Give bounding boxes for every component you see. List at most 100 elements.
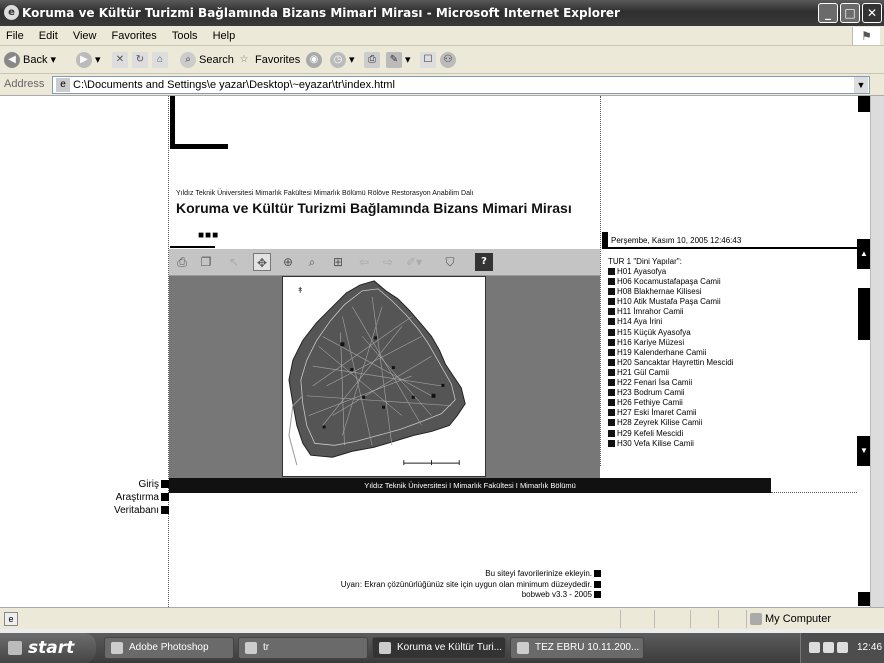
start-button[interactable]: start (0, 633, 96, 663)
map-canvas[interactable]: ↟ (282, 276, 486, 477)
tour-item-h06[interactable]: H06 Kocamustafapaşa Camii (608, 277, 848, 287)
messenger-button[interactable]: ⚇ (440, 50, 459, 70)
tour-item-h21[interactable]: H21 Gül Camii (608, 368, 848, 378)
bullet-square-icon (161, 506, 169, 514)
menu-view[interactable]: View (67, 26, 103, 46)
vertical-scrollbar[interactable] (870, 96, 884, 607)
menu-file[interactable]: File (0, 26, 30, 46)
tour-item-h22[interactable]: H22 Fenari İsa Camii (608, 378, 848, 388)
bullet-square-icon (608, 358, 615, 366)
web-page: Yıldız Teknik Üniversitesi Mimarlık Fakü… (0, 96, 870, 607)
logo-bar-horizontal (170, 144, 228, 149)
scroll-up-button[interactable]: ▲ (857, 239, 870, 269)
mail-icon[interactable] (837, 642, 848, 653)
pan-icon[interactable]: ✥ (253, 253, 271, 271)
shield-icon[interactable] (809, 642, 820, 653)
tour-item-h11[interactable]: H11 İmrahor Camii (608, 307, 848, 317)
task-word-doc[interactable]: TEZ EBRU 10.11.200... (510, 637, 644, 659)
task-ie-window[interactable]: Koruma ve Kültür Turi... (372, 637, 506, 659)
bullet-square-icon (608, 298, 615, 306)
tour-item-h30[interactable]: H30 Vefa Kilise Camii (608, 439, 848, 449)
help-icon[interactable]: ? (475, 253, 493, 271)
favorites-button[interactable]: ☆ Favorites (236, 50, 301, 70)
tour-item-label: H15 Küçük Ayasofya (617, 327, 691, 337)
bullet-square-icon (594, 580, 601, 588)
media-button[interactable]: ◉ (306, 50, 325, 70)
istanbul-historic-peninsula-map[interactable]: ↟ (283, 277, 485, 476)
status-segment (620, 610, 621, 628)
status-segment (690, 610, 691, 628)
back-button[interactable]: ◀ Back ▾ (4, 50, 56, 70)
tour-item-h15[interactable]: H15 Küçük Ayasofya (608, 328, 848, 338)
tour-list: TUR 1 "Dini Yapılar": H01 Ayasofya H06 K… (608, 257, 848, 449)
zoom-in-icon[interactable]: ⌕ (303, 253, 321, 271)
tour-item-label: H19 Kalenderhane Camii (617, 347, 707, 357)
copy-icon[interactable]: ❐ (197, 253, 215, 271)
tour-item-h29[interactable]: H29 Kefeli Mescidi (608, 429, 848, 439)
task-tr-folder[interactable]: tr (238, 637, 368, 659)
computer-icon (750, 613, 762, 625)
bullet-square-icon (608, 318, 615, 326)
refresh-button[interactable]: ↻ (132, 50, 151, 70)
menu-bar: File Edit View Favorites Tools Help ⚑ (0, 26, 884, 46)
tour-item-label: H26 Fethiye Camii (617, 398, 683, 408)
forward-arrow-icon[interactable]: ⇨ (379, 253, 397, 271)
tour-item-h16[interactable]: H16 Kariye Müzesi (608, 338, 848, 348)
network-icon[interactable] (823, 642, 834, 653)
refresh-icon: ↻ (132, 52, 148, 69)
bullet-square-icon (608, 389, 615, 397)
tour-item-h10[interactable]: H10 Atik Mustafa Paşa Camii (608, 297, 848, 307)
add-favorites-link[interactable]: Bu siteyi favorilerinize ekleyin. (180, 569, 601, 580)
search-button[interactable]: ⌕ Search (180, 50, 234, 70)
minimize-button[interactable]: _ (818, 3, 838, 23)
tour-item-label: H11 İmrahor Camii (617, 307, 684, 317)
bullet-square-icon (608, 368, 615, 376)
tool-dropdown-icon[interactable]: ✐▾ (405, 253, 423, 271)
bullet-square-icon (608, 348, 615, 356)
title-bar: e Koruma ve Kültür Turizmi Bağlamında Bi… (0, 0, 884, 26)
forward-button[interactable]: ▶ ▾ (76, 50, 101, 70)
layers-icon[interactable]: ⛉ (441, 253, 459, 271)
address-dropdown-icon[interactable]: ▼ (854, 77, 868, 93)
menu-help[interactable]: Help (207, 26, 242, 46)
menu-favorites[interactable]: Favorites (106, 26, 163, 46)
back-arrow-icon[interactable]: ⇦ (355, 253, 373, 271)
bullet-square-icon (608, 288, 615, 296)
scroll-down-button[interactable]: ▼ (857, 436, 870, 466)
tour-item-h14[interactable]: H14 Aya İrini (608, 317, 848, 327)
menu-tools[interactable]: Tools (166, 26, 204, 46)
tour-item-h26[interactable]: H26 Fethiye Camii (608, 398, 848, 408)
address-input[interactable]: C:\Documents and Settings\e yazar\Deskto… (52, 76, 870, 94)
print-icon[interactable]: ⎙ (173, 253, 191, 271)
task-photoshop[interactable]: Adobe Photoshop (104, 637, 234, 659)
tour-item-h28[interactable]: H28 Zeyrek Kilise Camii (608, 418, 848, 428)
tour-item-h20[interactable]: H20 Sancaktar Hayrettin Mescidi (608, 358, 848, 368)
discuss-button[interactable]: ☐ (420, 50, 439, 70)
pointer-icon[interactable]: ↖ (225, 253, 243, 271)
home-button[interactable]: ⌂ (152, 50, 171, 70)
tour-item-h01[interactable]: H01 Ayasofya (608, 267, 848, 277)
maximize-button[interactable]: □ (840, 3, 860, 23)
nav-giris[interactable]: Giriş (60, 478, 169, 491)
bullet-square-icon (594, 570, 601, 577)
nav-veritabani[interactable]: Veritabanı (60, 504, 169, 517)
history-button[interactable]: ◷ ▾ (330, 50, 355, 70)
zoom-window-icon[interactable]: ⊞ (329, 253, 347, 271)
tour-item-h27[interactable]: H27 Eski İmaret Camii (608, 408, 848, 418)
back-label: Back (23, 54, 48, 66)
zoom-extents-icon[interactable]: ⊕ (279, 253, 297, 271)
nav-label: Araştırma (115, 492, 159, 503)
close-button[interactable]: ✕ (862, 3, 882, 23)
bullet-square-icon (608, 338, 615, 346)
menu-edit[interactable]: Edit (33, 26, 64, 46)
tour-item-h08[interactable]: H08 Blakhernae Kilisesi (608, 287, 848, 297)
tour-item-h23[interactable]: H23 Bodrum Camii (608, 388, 848, 398)
edit-button[interactable]: ✎ ▾ (386, 50, 411, 70)
tour-item-h19[interactable]: H19 Kalenderhane Camii (608, 348, 848, 358)
print-button[interactable]: ⎙ (364, 50, 383, 70)
nav-arastirma[interactable]: Araştırma (60, 491, 169, 504)
discuss-icon: ☐ (420, 52, 436, 69)
stop-button[interactable]: ✕ (112, 50, 131, 70)
stop-icon: ✕ (112, 52, 128, 69)
bullet-square-icon (608, 268, 615, 275)
